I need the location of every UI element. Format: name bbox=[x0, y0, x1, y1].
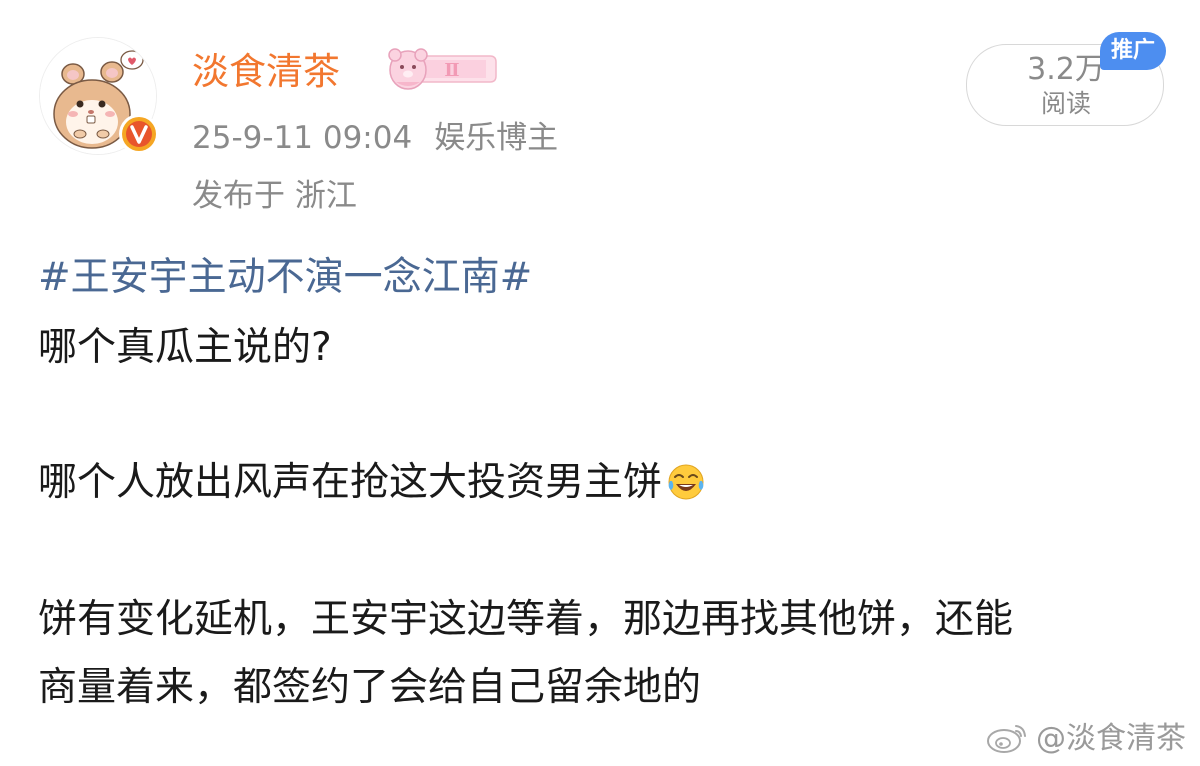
hashtag-link[interactable]: #王安宇主动不演一念江南# bbox=[38, 250, 532, 306]
author-name[interactable]: 淡食清茶 bbox=[192, 48, 340, 96]
post-text-line-4: 商量着来，都签约了会给自己留余地的 bbox=[38, 665, 702, 710]
watermark-text: @淡食清茶 bbox=[1036, 721, 1186, 756]
post-text-line-3: 饼有变化延机，王安宇这边等着，那边再找其他饼，还能 bbox=[38, 597, 1014, 642]
post-text-line-1: 哪个真瓜主说的? bbox=[38, 325, 332, 370]
post-location: 发布于 浙江 bbox=[192, 178, 357, 214]
post-text-line-2-text: 哪个人放出风声在抢这大投资男主饼 bbox=[38, 460, 663, 505]
promo-button[interactable]: 推广 bbox=[1100, 32, 1166, 70]
verified-badge-icon bbox=[117, 112, 161, 156]
post-timestamp[interactable]: 25-9-11 09:04 bbox=[192, 120, 412, 156]
post-meta: 25-9-11 09:04 娱乐博主 bbox=[192, 116, 558, 160]
author-category: 娱乐博主 bbox=[434, 120, 559, 156]
member-badge-icon: Ⅱ bbox=[386, 46, 498, 92]
svg-text:Ⅱ: Ⅱ bbox=[444, 60, 459, 81]
watermark: @淡食清茶 bbox=[986, 718, 1186, 760]
laughing-crying-emoji-icon bbox=[666, 461, 706, 501]
post-text-line-2: 哪个人放出风声在抢这大投资男主饼 bbox=[38, 455, 706, 511]
weibo-logo-icon bbox=[986, 720, 1030, 754]
read-label: 阅读 bbox=[1040, 89, 1091, 118]
